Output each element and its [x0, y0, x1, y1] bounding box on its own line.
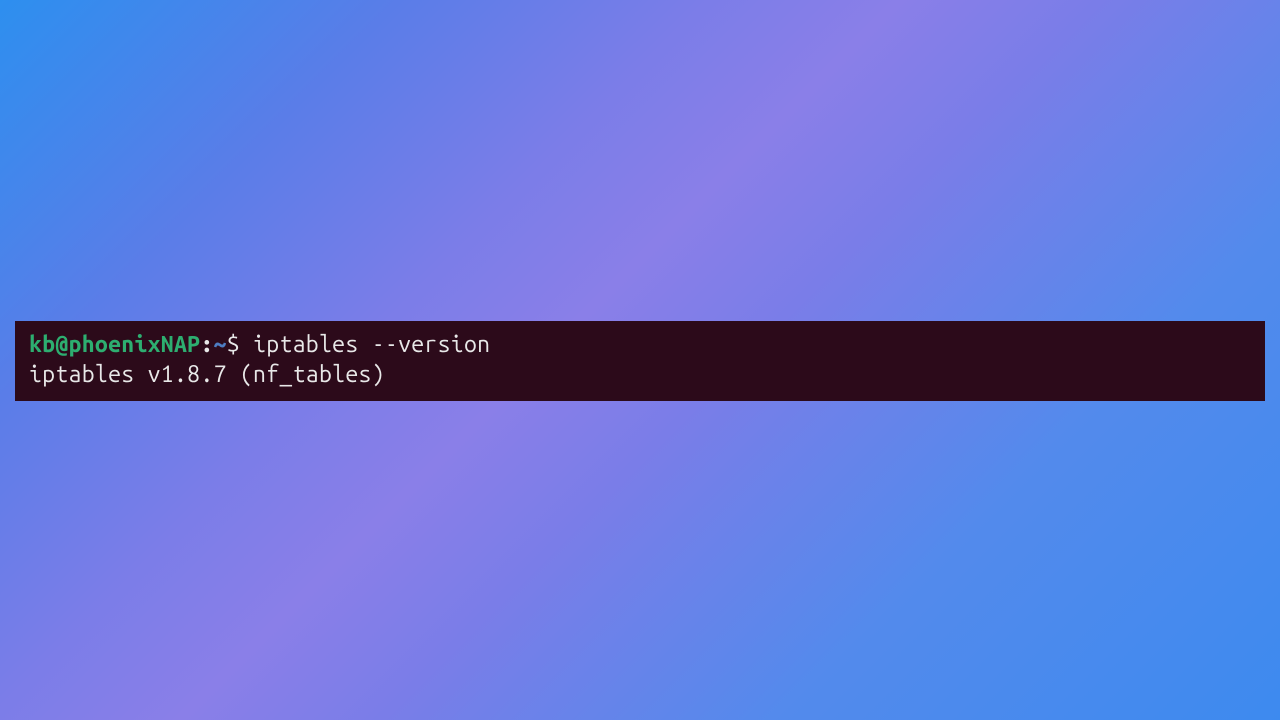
prompt-symbol: $: [227, 332, 240, 357]
prompt-path: ~: [214, 332, 227, 357]
terminal-line-prompt: kb@phoenixNAP:~$ iptables --version: [29, 330, 1251, 360]
prompt-user-host: kb@phoenixNAP: [29, 332, 200, 357]
terminal-output: iptables v1.8.7 (nf_tables): [29, 360, 1251, 390]
terminal-command: iptables --version: [240, 332, 490, 357]
terminal-window[interactable]: kb@phoenixNAP:~$ iptables --version ipta…: [15, 321, 1265, 401]
prompt-separator: :: [200, 332, 213, 357]
